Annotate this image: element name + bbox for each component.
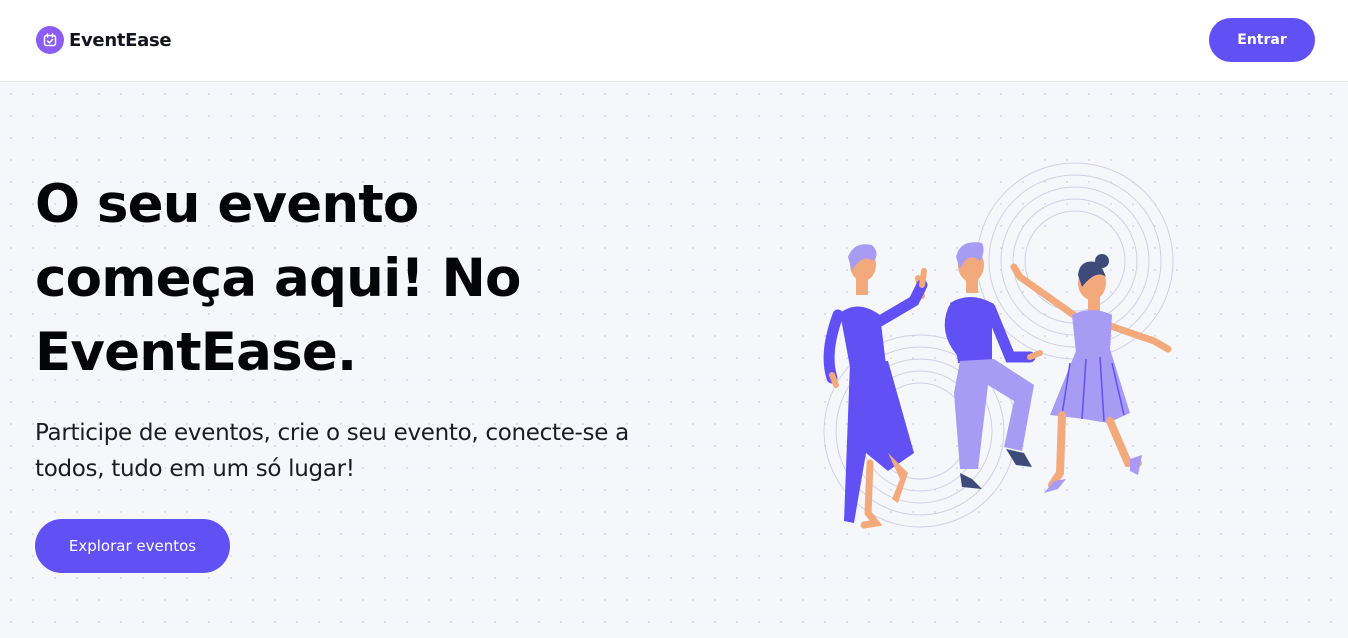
top-navbar: EventEase Entrar — [0, 0, 1348, 82]
dancing-people-illustration — [823, 162, 1174, 529]
brand-name: EventEase — [69, 29, 172, 51]
hero-title: O seu evento começa aqui! No EventEase. — [35, 174, 521, 383]
dancer-right — [1010, 254, 1172, 493]
login-button[interactable]: Entrar — [1209, 18, 1315, 62]
brand-logo[interactable]: EventEase — [36, 26, 172, 54]
calendar-check-icon — [36, 26, 64, 54]
explore-events-button[interactable]: Explorar eventos — [35, 519, 230, 573]
hero-subtitle: Participe de eventos, crie o seu evento,… — [35, 420, 629, 482]
hero-section: O seu evento começa aqui! No EventEase. … — [0, 83, 1348, 638]
